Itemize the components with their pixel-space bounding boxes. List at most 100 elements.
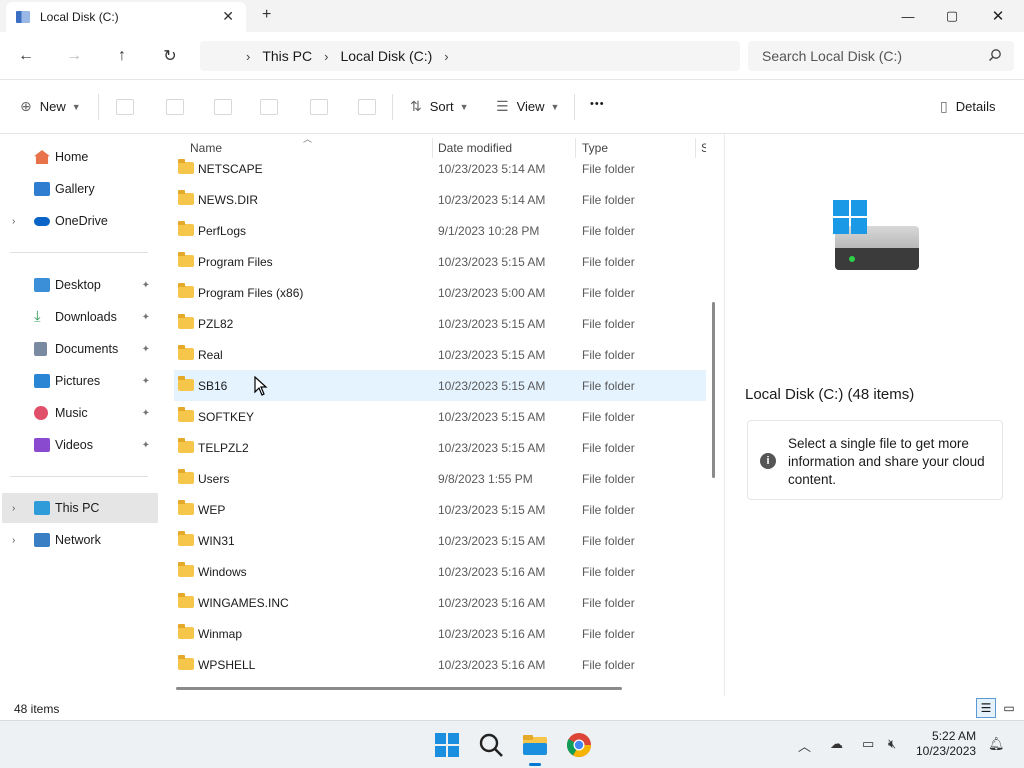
more-options-icon[interactable]: ••• bbox=[590, 98, 605, 110]
notification-bell-icon[interactable]: 🔔︎ bbox=[988, 736, 1005, 752]
file-name[interactable]: WEP bbox=[198, 503, 225, 517]
file-name[interactable]: SOFTKEY bbox=[198, 410, 254, 424]
rename-icon[interactable] bbox=[260, 99, 278, 115]
search-input[interactable]: Search Local Disk (C:) bbox=[762, 48, 902, 64]
tab-close-icon[interactable]: ✕ bbox=[222, 8, 234, 25]
sidebar-item-videos[interactable]: Videos ✦ bbox=[0, 430, 156, 460]
table-row[interactable]: PerfLogs 9/1/2023 10:28 PM File folder bbox=[174, 215, 706, 246]
table-row[interactable]: NEWS.DIR 10/23/2023 5:14 AM File folder bbox=[174, 184, 706, 215]
table-row[interactable]: WPSHELL 10/23/2023 5:16 AM File folder bbox=[174, 649, 706, 680]
pin-icon[interactable]: ✦ bbox=[142, 312, 150, 323]
table-row[interactable]: WEP 10/23/2023 5:15 AM File folder bbox=[174, 494, 706, 525]
back-arrow-icon[interactable]: ← bbox=[14, 44, 38, 68]
new-button[interactable]: ⊕ New ▼ bbox=[20, 98, 81, 115]
start-windows-icon[interactable] bbox=[433, 731, 461, 759]
file-name[interactable]: NETSCAPE bbox=[198, 162, 263, 176]
sidebar-item-home[interactable]: Home bbox=[0, 142, 156, 172]
copy-icon[interactable] bbox=[166, 99, 184, 115]
sidebar-item-this-pc[interactable]: › This PC bbox=[2, 493, 158, 523]
sidebar-item-desktop[interactable]: Desktop ✦ bbox=[0, 270, 156, 300]
search-box[interactable]: Search Local Disk (C:) bbox=[748, 41, 1014, 71]
close-button[interactable]: ✕ bbox=[978, 4, 1018, 28]
pin-icon[interactable]: ✦ bbox=[142, 344, 150, 355]
sidebar-item-documents[interactable]: Documents ✦ bbox=[0, 334, 156, 364]
tiles-view-icon[interactable]: ▭ bbox=[999, 698, 1019, 718]
chevron-right-icon[interactable]: › bbox=[12, 503, 15, 514]
table-row[interactable]: Winmap 10/23/2023 5:16 AM File folder bbox=[174, 618, 706, 649]
file-date-modified: 10/23/2023 5:15 AM bbox=[438, 378, 546, 393]
table-row[interactable]: PZL82 10/23/2023 5:15 AM File folder bbox=[174, 308, 706, 339]
clock[interactable]: 5:22 AM 10/23/2023 bbox=[916, 729, 976, 759]
file-name[interactable]: WPSHELL bbox=[198, 658, 255, 672]
forward-arrow-icon[interactable]: → bbox=[62, 44, 86, 68]
show-hidden-icons-icon[interactable]: ︿ bbox=[798, 736, 811, 755]
table-row[interactable]: Windows 10/23/2023 5:16 AM File folder bbox=[174, 556, 706, 587]
chevron-right-icon[interactable]: › bbox=[12, 535, 15, 546]
cut-icon[interactable] bbox=[116, 99, 134, 115]
pin-icon[interactable]: ✦ bbox=[142, 440, 150, 451]
table-row[interactable]: NETSCAPE 10/23/2023 5:14 AM File folder bbox=[174, 153, 706, 184]
search-icon bbox=[988, 48, 1002, 65]
onedrive-sync-icon[interactable]: ☁ bbox=[830, 736, 843, 752]
file-name[interactable]: Windows bbox=[198, 565, 247, 579]
view-button[interactable]: ☰ View ▼ bbox=[496, 98, 559, 115]
sidebar-item-pictures[interactable]: Pictures ✦ bbox=[0, 366, 156, 396]
breadcrumb[interactable]: › This PC › Local Disk (C:) › bbox=[200, 41, 740, 71]
breadcrumb-this-pc[interactable]: This PC bbox=[262, 48, 312, 64]
new-tab-button[interactable]: + bbox=[262, 6, 271, 24]
table-row[interactable]: TELPZL2 10/23/2023 5:15 AM File folder bbox=[174, 432, 706, 463]
sidebar-item-onedrive[interactable]: › OneDrive bbox=[0, 206, 156, 236]
sort-button[interactable]: ⇅ Sort ▼ bbox=[410, 98, 469, 115]
file-name[interactable]: Program Files bbox=[198, 255, 273, 269]
file-name[interactable]: SB16 bbox=[198, 379, 227, 393]
vertical-scrollbar[interactable] bbox=[712, 302, 715, 478]
table-row[interactable]: WINGAMES.INC 10/23/2023 5:16 AM File folde… bbox=[174, 587, 706, 618]
sidebar-item-music[interactable]: Music ✦ bbox=[0, 398, 156, 428]
refresh-icon[interactable]: ↻ bbox=[158, 44, 182, 68]
volume-muted-icon[interactable]: 🔇︎ bbox=[888, 736, 896, 752]
sidebar-item-label: Network bbox=[55, 533, 101, 547]
table-row[interactable]: Users 9/8/2023 1:55 PM File folder bbox=[174, 463, 706, 494]
sidebar-item-gallery[interactable]: Gallery bbox=[0, 174, 156, 204]
file-name[interactable]: WINGAMES.INC bbox=[198, 596, 289, 610]
table-row[interactable]: Program Files 10/23/2023 5:15 AM File fold… bbox=[174, 246, 706, 277]
breadcrumb-separator-icon[interactable]: › bbox=[444, 49, 448, 64]
file-name[interactable]: TELPZL2 bbox=[198, 441, 249, 455]
file-name[interactable]: Real bbox=[198, 348, 223, 362]
table-row[interactable]: WIN31 10/23/2023 5:15 AM File folder bbox=[174, 525, 706, 556]
breadcrumb-local-disk[interactable]: Local Disk (C:) bbox=[340, 48, 432, 64]
file-name[interactable]: NEWS.DIR bbox=[198, 193, 258, 207]
share-icon[interactable] bbox=[310, 99, 328, 115]
chrome-icon[interactable] bbox=[565, 731, 593, 759]
pin-icon[interactable]: ✦ bbox=[142, 280, 150, 291]
file-name[interactable]: PerfLogs bbox=[198, 224, 246, 238]
paste-icon[interactable] bbox=[214, 99, 232, 115]
search-icon[interactable] bbox=[477, 731, 505, 759]
file-name[interactable]: Winmap bbox=[198, 627, 242, 641]
pin-icon[interactable]: ✦ bbox=[142, 376, 150, 387]
horizontal-scrollbar[interactable] bbox=[176, 687, 622, 690]
pin-icon[interactable]: ✦ bbox=[142, 408, 150, 419]
sidebar-item-network[interactable]: › Network bbox=[0, 525, 156, 555]
file-name[interactable]: Users bbox=[198, 472, 229, 486]
file-date-modified: 10/23/2023 5:15 AM bbox=[438, 440, 546, 455]
chevron-right-icon[interactable]: › bbox=[12, 216, 15, 227]
network-status-icon[interactable]: ▭ bbox=[862, 736, 874, 752]
details-button[interactable]: ▯ Details bbox=[940, 98, 995, 115]
delete-icon[interactable] bbox=[358, 99, 376, 115]
minimize-button[interactable]: — bbox=[888, 4, 928, 28]
tab-local-disk[interactable]: Local Disk (C:) ✕ bbox=[6, 2, 246, 32]
maximize-button[interactable]: ▢ bbox=[932, 4, 972, 28]
file-explorer-icon[interactable] bbox=[521, 731, 549, 766]
file-name[interactable]: PZL82 bbox=[198, 317, 233, 331]
table-row[interactable]: SOFTKEY 10/23/2023 5:15 AM File folder bbox=[174, 401, 706, 432]
sidebar-item-downloads[interactable]: ⤓ Downloads ✦ bbox=[0, 302, 156, 332]
up-arrow-icon[interactable]: ↑ bbox=[110, 44, 134, 68]
file-name[interactable]: Program Files (x86) bbox=[198, 286, 303, 300]
table-row[interactable]: Program Files (x86) 10/23/2023 5:00 AM Fil… bbox=[174, 277, 706, 308]
table-row[interactable]: Real 10/23/2023 5:15 AM File folder bbox=[174, 339, 706, 370]
info-box: i Select a single file to get more infor… bbox=[747, 420, 1003, 500]
file-name[interactable]: WIN31 bbox=[198, 534, 235, 548]
active-app-indicator bbox=[529, 763, 541, 766]
details-view-icon[interactable]: ☰ bbox=[976, 698, 996, 718]
